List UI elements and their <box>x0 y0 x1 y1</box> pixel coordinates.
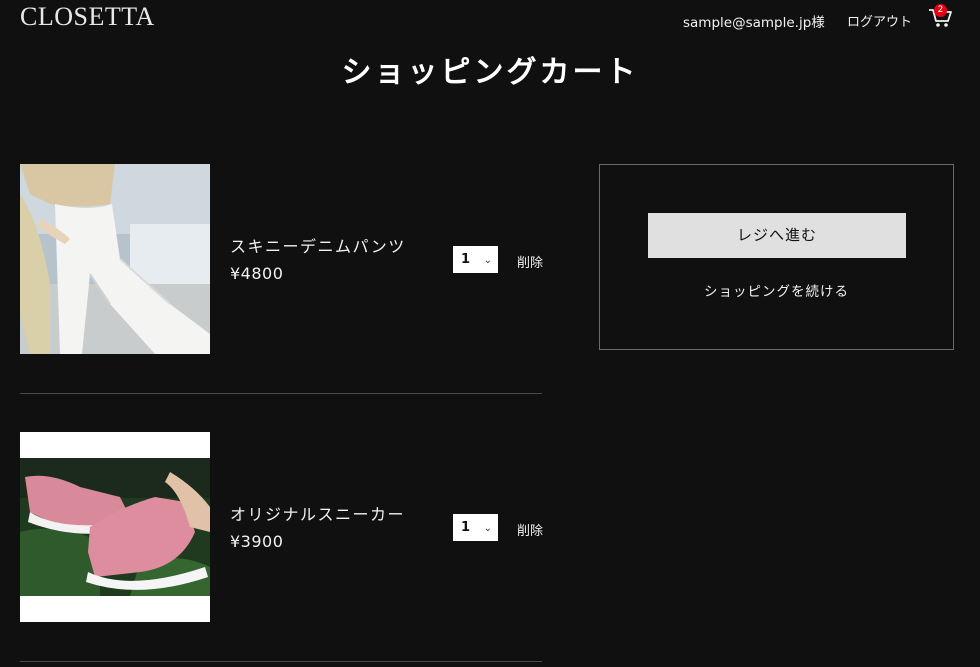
cart-button[interactable]: 2 <box>928 4 954 28</box>
checkout-button[interactable]: レジへ進む <box>648 213 906 258</box>
cart-count-badge: 2 <box>934 4 947 17</box>
logout-link[interactable]: ログアウト <box>847 11 912 30</box>
chevron-down-icon: ⌄ <box>483 255 492 266</box>
cart-item: オリジナルスニーカー ¥3900 1 ⌄ 削除 <box>20 432 543 624</box>
page-title: ショッピングカート <box>341 55 639 90</box>
product-name[interactable]: スキニーデニムパンツ <box>230 233 406 257</box>
divider <box>20 661 542 662</box>
product-image-denim[interactable] <box>20 164 210 354</box>
divider <box>20 393 542 394</box>
quantity-select[interactable]: 1 ⌄ <box>453 246 498 273</box>
quantity-select[interactable]: 1 ⌄ <box>453 514 498 541</box>
order-summary-box: レジへ進む ショッピングを続ける <box>599 164 954 350</box>
logo[interactable]: CLOSETTA <box>20 2 155 32</box>
delete-button[interactable]: 削除 <box>517 252 543 271</box>
product-image-sneakers[interactable] <box>20 432 210 622</box>
quantity-value: 1 <box>461 520 471 535</box>
delete-button[interactable]: 削除 <box>517 520 543 539</box>
product-price: ¥3900 <box>230 532 284 551</box>
product-price: ¥4800 <box>230 264 284 283</box>
cart-item: スキニーデニムパンツ ¥4800 1 ⌄ 削除 <box>20 164 543 356</box>
quantity-value: 1 <box>461 252 471 267</box>
user-email: sample@sample.jp様 <box>683 15 825 31</box>
product-name[interactable]: オリジナルスニーカー <box>230 501 405 525</box>
continue-shopping-link[interactable]: ショッピングを続ける <box>600 280 953 300</box>
chevron-down-icon: ⌄ <box>483 523 492 534</box>
